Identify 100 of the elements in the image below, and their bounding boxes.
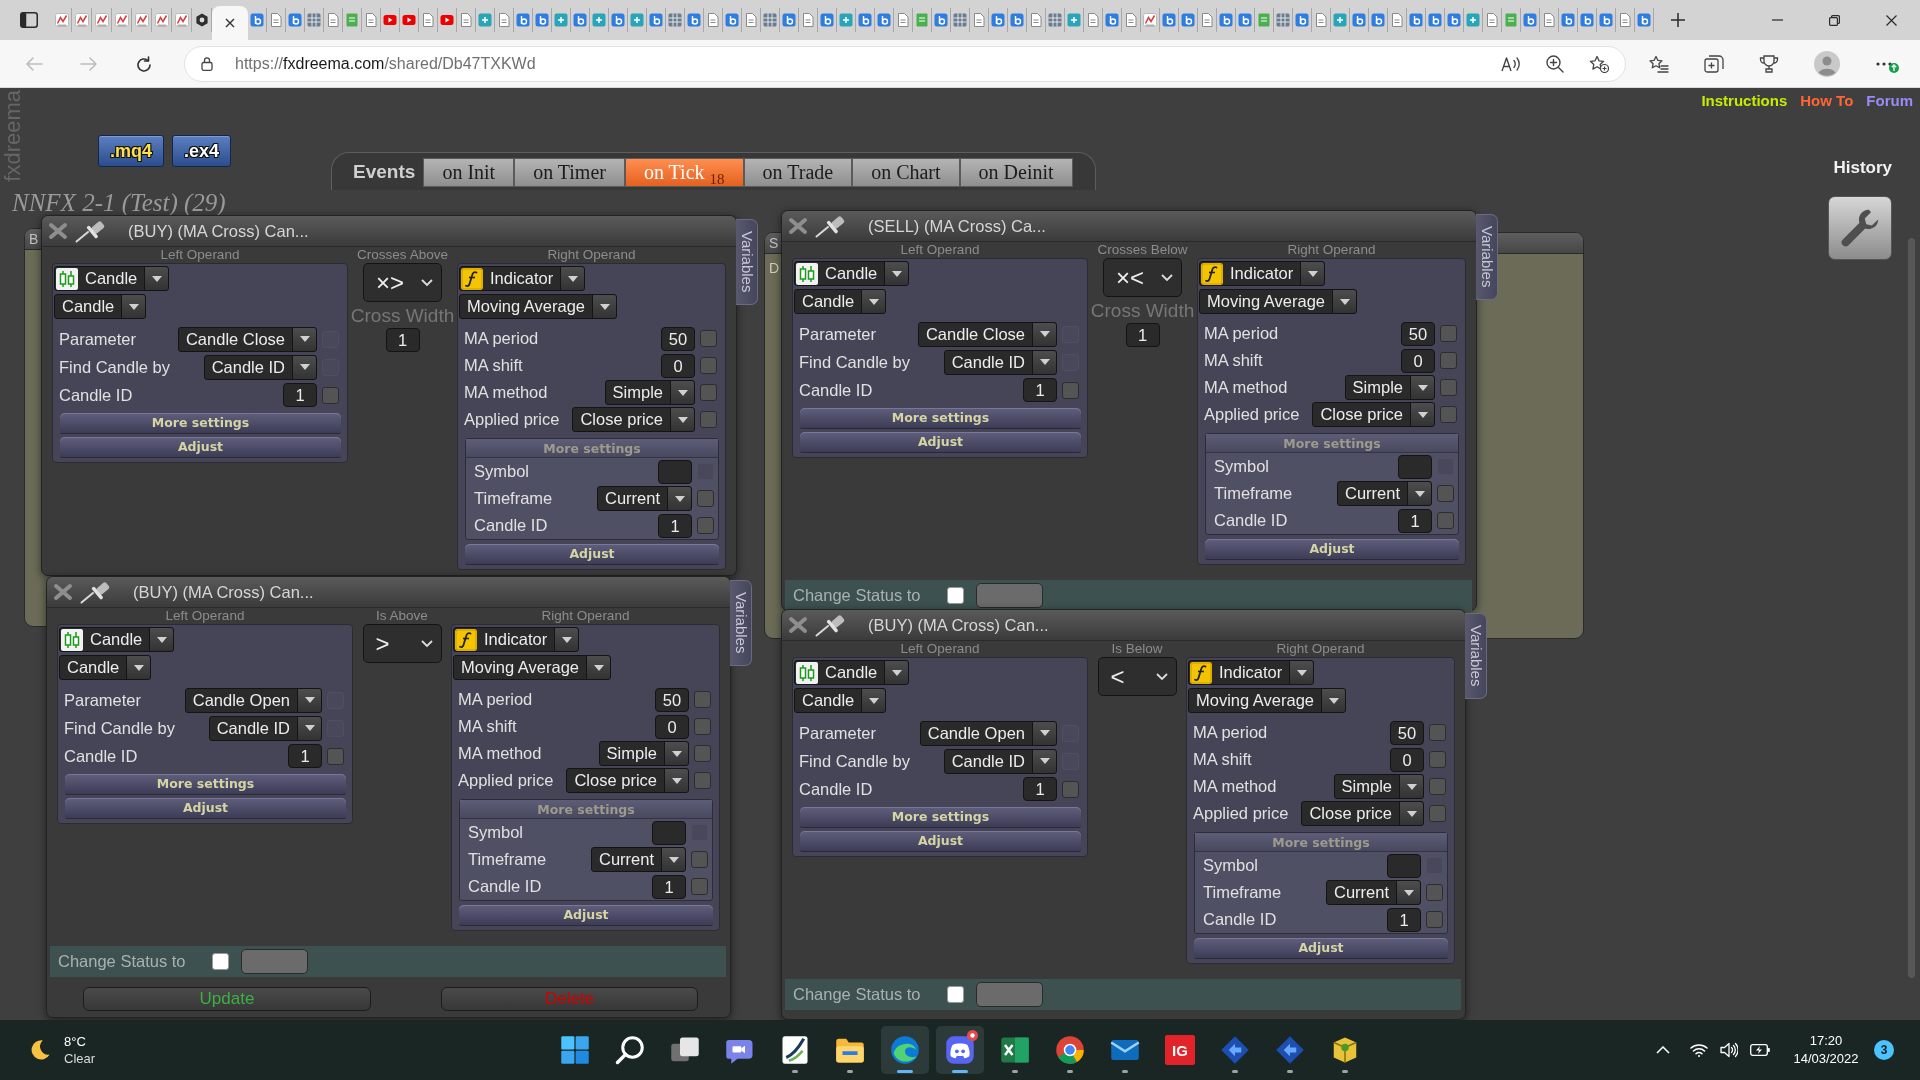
checkbox[interactable] [694,718,711,735]
dropdown[interactable]: Close price [566,768,689,793]
checkbox[interactable] [322,386,339,404]
checkbox[interactable] [1429,751,1446,768]
checkbox[interactable] [946,986,964,1003]
adjust-button[interactable]: Adjust [465,544,719,564]
history-link[interactable]: History [1833,158,1892,178]
checkbox[interactable] [1440,352,1457,369]
dropdown[interactable]: Candle [59,655,152,680]
checkbox[interactable] [1440,406,1457,423]
dropdown[interactable]: Moving Average [453,655,612,680]
read-aloud-icon[interactable] [1501,55,1521,72]
type-dropdown[interactable]: Candle [59,627,175,652]
dropdown[interactable]: Close price [1301,801,1424,826]
input-field[interactable] [1398,454,1432,479]
dropdown-field[interactable] [240,949,308,974]
chevron-up-icon[interactable] [1656,1046,1670,1054]
dropdown[interactable]: Current [596,486,692,511]
input-field[interactable]: 1 [288,744,322,768]
input-field[interactable]: 0 [1390,747,1424,772]
dropdown[interactable]: Current [1325,880,1421,905]
dropdown[interactable]: Candle ID [208,715,322,741]
dropdown[interactable]: Candle Open [919,720,1057,746]
input-field[interactable]: 1 [1387,907,1421,932]
input-field[interactable]: 1 [283,383,317,407]
event-tab[interactable]: on Init [423,158,515,187]
input-field[interactable]: 50 [1401,321,1435,346]
adjust-button[interactable]: Adjust [65,798,346,818]
browser-tab[interactable] [112,8,132,32]
input-field[interactable]: 0 [655,714,689,739]
star-plus-icon[interactable] [1589,54,1609,73]
input-field[interactable]: 50 [655,687,689,712]
adjust-button[interactable]: Adjust [459,905,713,925]
input-field[interactable]: 50 [1390,720,1424,745]
dropdown[interactable]: Candle ID [943,748,1057,774]
battery-icon[interactable] [1750,1044,1770,1056]
input-field[interactable]: 0 [1401,348,1435,373]
checkbox[interactable] [1062,381,1079,399]
panel-icon[interactable] [20,12,38,28]
volume-icon[interactable] [1720,1042,1738,1058]
trophy-icon[interactable] [1759,54,1779,73]
dialog-button[interactable]: Update [83,987,371,1011]
checkbox[interactable] [691,878,708,895]
type-dropdown[interactable]: Indicator [1199,261,1326,286]
zoom-in-icon[interactable] [1546,54,1564,73]
side-tab[interactable]: Variables [1465,613,1487,699]
checkbox[interactable] [1437,485,1454,502]
checkbox[interactable] [1440,379,1457,396]
checkbox[interactable] [1440,325,1457,342]
dropdown[interactable]: Candle ID [943,349,1057,375]
taskbar-app[interactable] [881,1026,929,1074]
header-link[interactable]: Forum [1866,92,1913,110]
checkbox[interactable] [697,490,714,507]
event-tab[interactable]: on Trade [743,158,853,187]
input-field[interactable]: 1 [385,328,420,352]
header-link[interactable]: Instructions [1701,92,1788,110]
dropdown[interactable]: Close price [572,407,695,432]
lock-icon[interactable] [201,56,213,71]
event-tab[interactable]: on Chart [852,158,960,187]
dropdown[interactable]: Candle Close [177,326,317,352]
checkbox[interactable] [1062,780,1079,798]
checkbox[interactable] [691,851,708,868]
input-field[interactable]: 1 [652,874,686,899]
dropdown[interactable]: Moving Average [1188,688,1347,713]
notification-count[interactable]: 3 [1874,1040,1894,1060]
dropdown[interactable]: Moving Average [459,294,618,319]
type-dropdown[interactable]: Indicator [459,266,586,291]
plus-icon[interactable] [1670,12,1686,28]
dropdown-field[interactable] [975,982,1043,1007]
export-button[interactable]: .mq4 [98,135,164,167]
more-settings-button[interactable]: More settings [800,807,1081,827]
more-settings-button[interactable]: More settings [60,413,341,433]
dropdown[interactable]: Current [590,847,686,872]
checkbox[interactable] [1426,911,1443,928]
adjust-button[interactable]: Adjust [60,437,341,457]
operator-dropdown[interactable]: ×< [1103,258,1182,297]
event-tab[interactable]: on Deinit [959,158,1073,187]
browser-tab[interactable] [172,8,192,32]
dropdown[interactable]: Current [1336,481,1432,506]
pushpin-icon[interactable] [815,214,847,238]
dropdown[interactable]: Candle [794,289,887,314]
input-field[interactable] [1387,853,1421,878]
checkbox[interactable] [697,517,714,534]
input-field[interactable] [658,459,692,484]
avatar-icon[interactable] [1814,50,1840,77]
adjust-button[interactable]: Adjust [1194,938,1448,958]
input-field[interactable]: 1 [658,513,692,538]
reload-icon[interactable] [135,55,153,72]
input-field[interactable]: 50 [661,326,695,351]
dropdown[interactable]: Candle [54,294,147,319]
dropdown[interactable]: Simple [598,741,689,766]
more-settings-button[interactable]: More settings [65,774,346,794]
side-tab[interactable]: Variables [730,580,752,666]
pushpin-icon[interactable] [815,613,847,637]
dropdown-field[interactable] [975,583,1043,608]
adjust-button[interactable]: Adjust [800,831,1081,851]
close-icon[interactable] [1886,14,1897,26]
address-field[interactable]: https://fxdreema.com/shared/Db47TXKWd [184,45,1626,82]
input-field[interactable]: 1 [1125,323,1160,347]
dropdown[interactable]: Simple [1344,375,1435,400]
